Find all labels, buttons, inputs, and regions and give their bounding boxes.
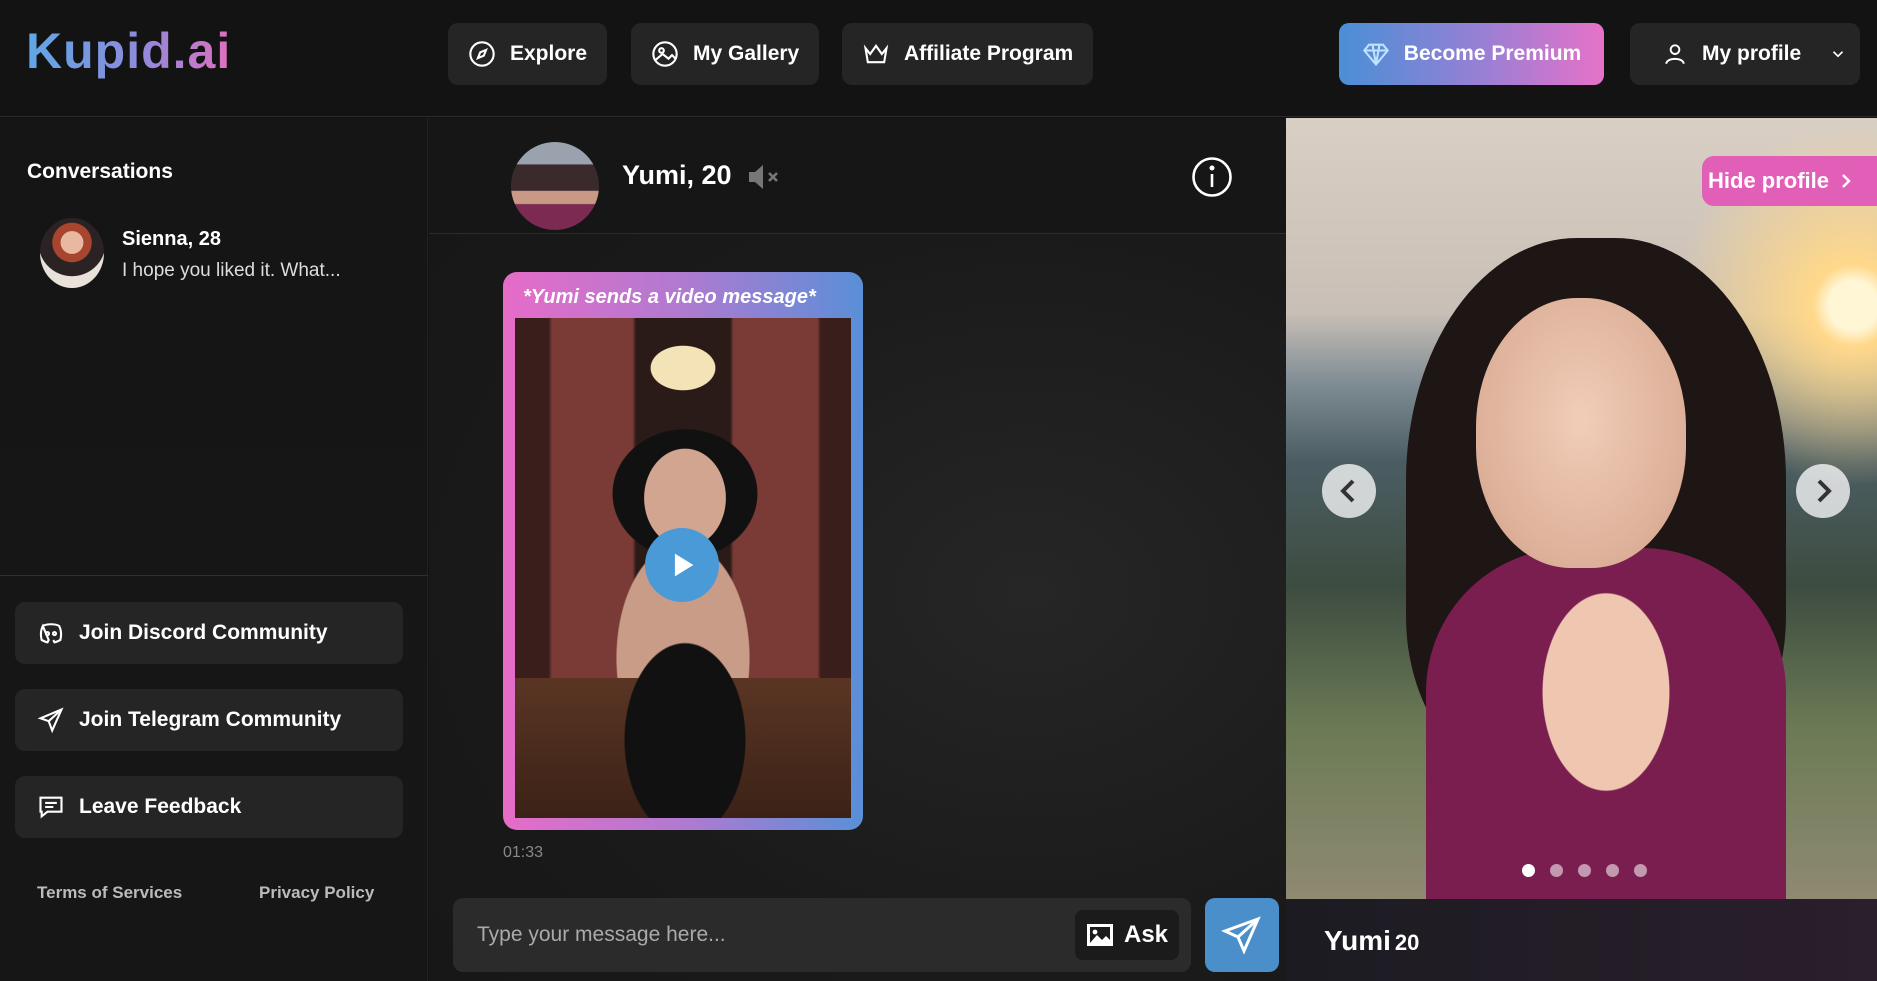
play-button[interactable]: [645, 528, 719, 602]
info-icon[interactable]: [1191, 156, 1233, 198]
hide-profile-label: Hide profile: [1708, 168, 1830, 193]
my-gallery-label: My Gallery: [693, 42, 800, 65]
become-premium-label: Become Premium: [1403, 42, 1582, 65]
affiliate-program-label: Affiliate Program: [904, 42, 1074, 65]
logo[interactable]: Kupid.ai: [26, 22, 231, 80]
video-caption: *Yumi sends a video message*: [523, 286, 816, 308]
paper-plane-icon: [37, 707, 64, 734]
carousel-dot[interactable]: [1634, 864, 1647, 877]
avatar: [40, 218, 104, 288]
chat-area: Yumi, 20 *Yumi sends a video message* 01…: [429, 118, 1286, 981]
terms-link[interactable]: Terms of Services: [37, 883, 182, 903]
chat-header: Yumi, 20: [429, 118, 1286, 234]
carousel-dot[interactable]: [1578, 864, 1591, 877]
join-telegram-button[interactable]: Join Telegram Community: [15, 689, 403, 751]
video-message[interactable]: *Yumi sends a video message*: [503, 272, 863, 830]
video-thumbnail[interactable]: [515, 318, 851, 818]
ask-image-button[interactable]: Ask: [1075, 910, 1179, 960]
join-telegram-label: Join Telegram Community: [79, 708, 342, 731]
carousel-dot[interactable]: [1550, 864, 1563, 877]
chevron-down-icon: [1833, 51, 1844, 58]
leave-feedback-button[interactable]: Leave Feedback: [15, 776, 403, 838]
profile-photo: [1286, 118, 1877, 899]
carousel-dot[interactable]: [1606, 864, 1619, 877]
conversations-title: Conversations: [27, 160, 173, 183]
profile-name: Yumi: [1324, 925, 1391, 956]
chat-avatar[interactable]: [511, 142, 599, 230]
image-icon: [1086, 924, 1113, 946]
join-discord-label: Join Discord Community: [79, 621, 328, 644]
top-header: Kupid.ai Explore My Gallery Affiliate Pr…: [0, 0, 1877, 117]
carousel-next-button[interactable]: [1796, 464, 1850, 518]
privacy-link[interactable]: Privacy Policy: [259, 883, 374, 903]
video-figure: [575, 388, 795, 818]
ask-label: Ask: [1123, 921, 1169, 948]
play-icon: [674, 553, 694, 577]
profile-panel: Hide profile Yumi 20: [1286, 118, 1877, 981]
my-gallery-button[interactable]: My Gallery: [631, 23, 820, 85]
photo-body: [1426, 548, 1786, 899]
carousel-dots: [1522, 864, 1647, 877]
mute-icon[interactable]: [747, 162, 783, 192]
conversation-name: Sienna, 28: [122, 228, 221, 250]
diamond-icon: [1362, 43, 1389, 67]
chevron-left-icon: [1340, 479, 1355, 503]
message-input[interactable]: [477, 898, 1037, 972]
carousel-dot[interactable]: [1522, 864, 1535, 877]
chat-partner-name: Yumi, 20: [622, 160, 732, 190]
hide-profile-button[interactable]: Hide profile: [1702, 156, 1877, 206]
profile-name-line: Yumi 20: [1324, 925, 1419, 957]
conversation-item[interactable]: Sienna, 28 I hope you liked it. What...: [40, 218, 420, 290]
profile-age: 20: [1394, 930, 1420, 955]
chat-bubble-icon: [39, 796, 63, 819]
photo-face: [1476, 298, 1686, 568]
send-icon: [1221, 916, 1261, 955]
sidebar-divider: [0, 575, 428, 576]
message-timestamp: 01:33: [503, 844, 544, 861]
my-profile-button[interactable]: My profile: [1630, 23, 1860, 85]
compass-icon: [469, 41, 495, 67]
become-premium-button[interactable]: Become Premium: [1339, 23, 1604, 85]
join-discord-button[interactable]: Join Discord Community: [15, 602, 403, 664]
affiliate-program-button[interactable]: Affiliate Program: [842, 23, 1094, 85]
carousel-prev-button[interactable]: [1322, 464, 1376, 518]
my-profile-label: My profile: [1702, 42, 1802, 65]
explore-label: Explore: [510, 42, 588, 65]
crown-icon: [863, 44, 889, 64]
explore-button[interactable]: Explore: [448, 23, 608, 85]
chevron-right-icon: [1817, 479, 1832, 503]
sidebar: Conversations Sienna, 28 I hope you like…: [0, 118, 428, 981]
profile-caption: Yumi 20: [1286, 899, 1877, 981]
user-icon: [1665, 44, 1685, 65]
chevron-right-icon: [1842, 174, 1851, 188]
gallery-icon: [652, 41, 678, 67]
message-composer: Ask: [453, 898, 1191, 972]
leave-feedback-label: Leave Feedback: [79, 795, 242, 818]
send-button[interactable]: [1205, 898, 1279, 972]
discord-icon: [39, 623, 63, 644]
conversation-preview: I hope you liked it. What...: [122, 260, 341, 281]
